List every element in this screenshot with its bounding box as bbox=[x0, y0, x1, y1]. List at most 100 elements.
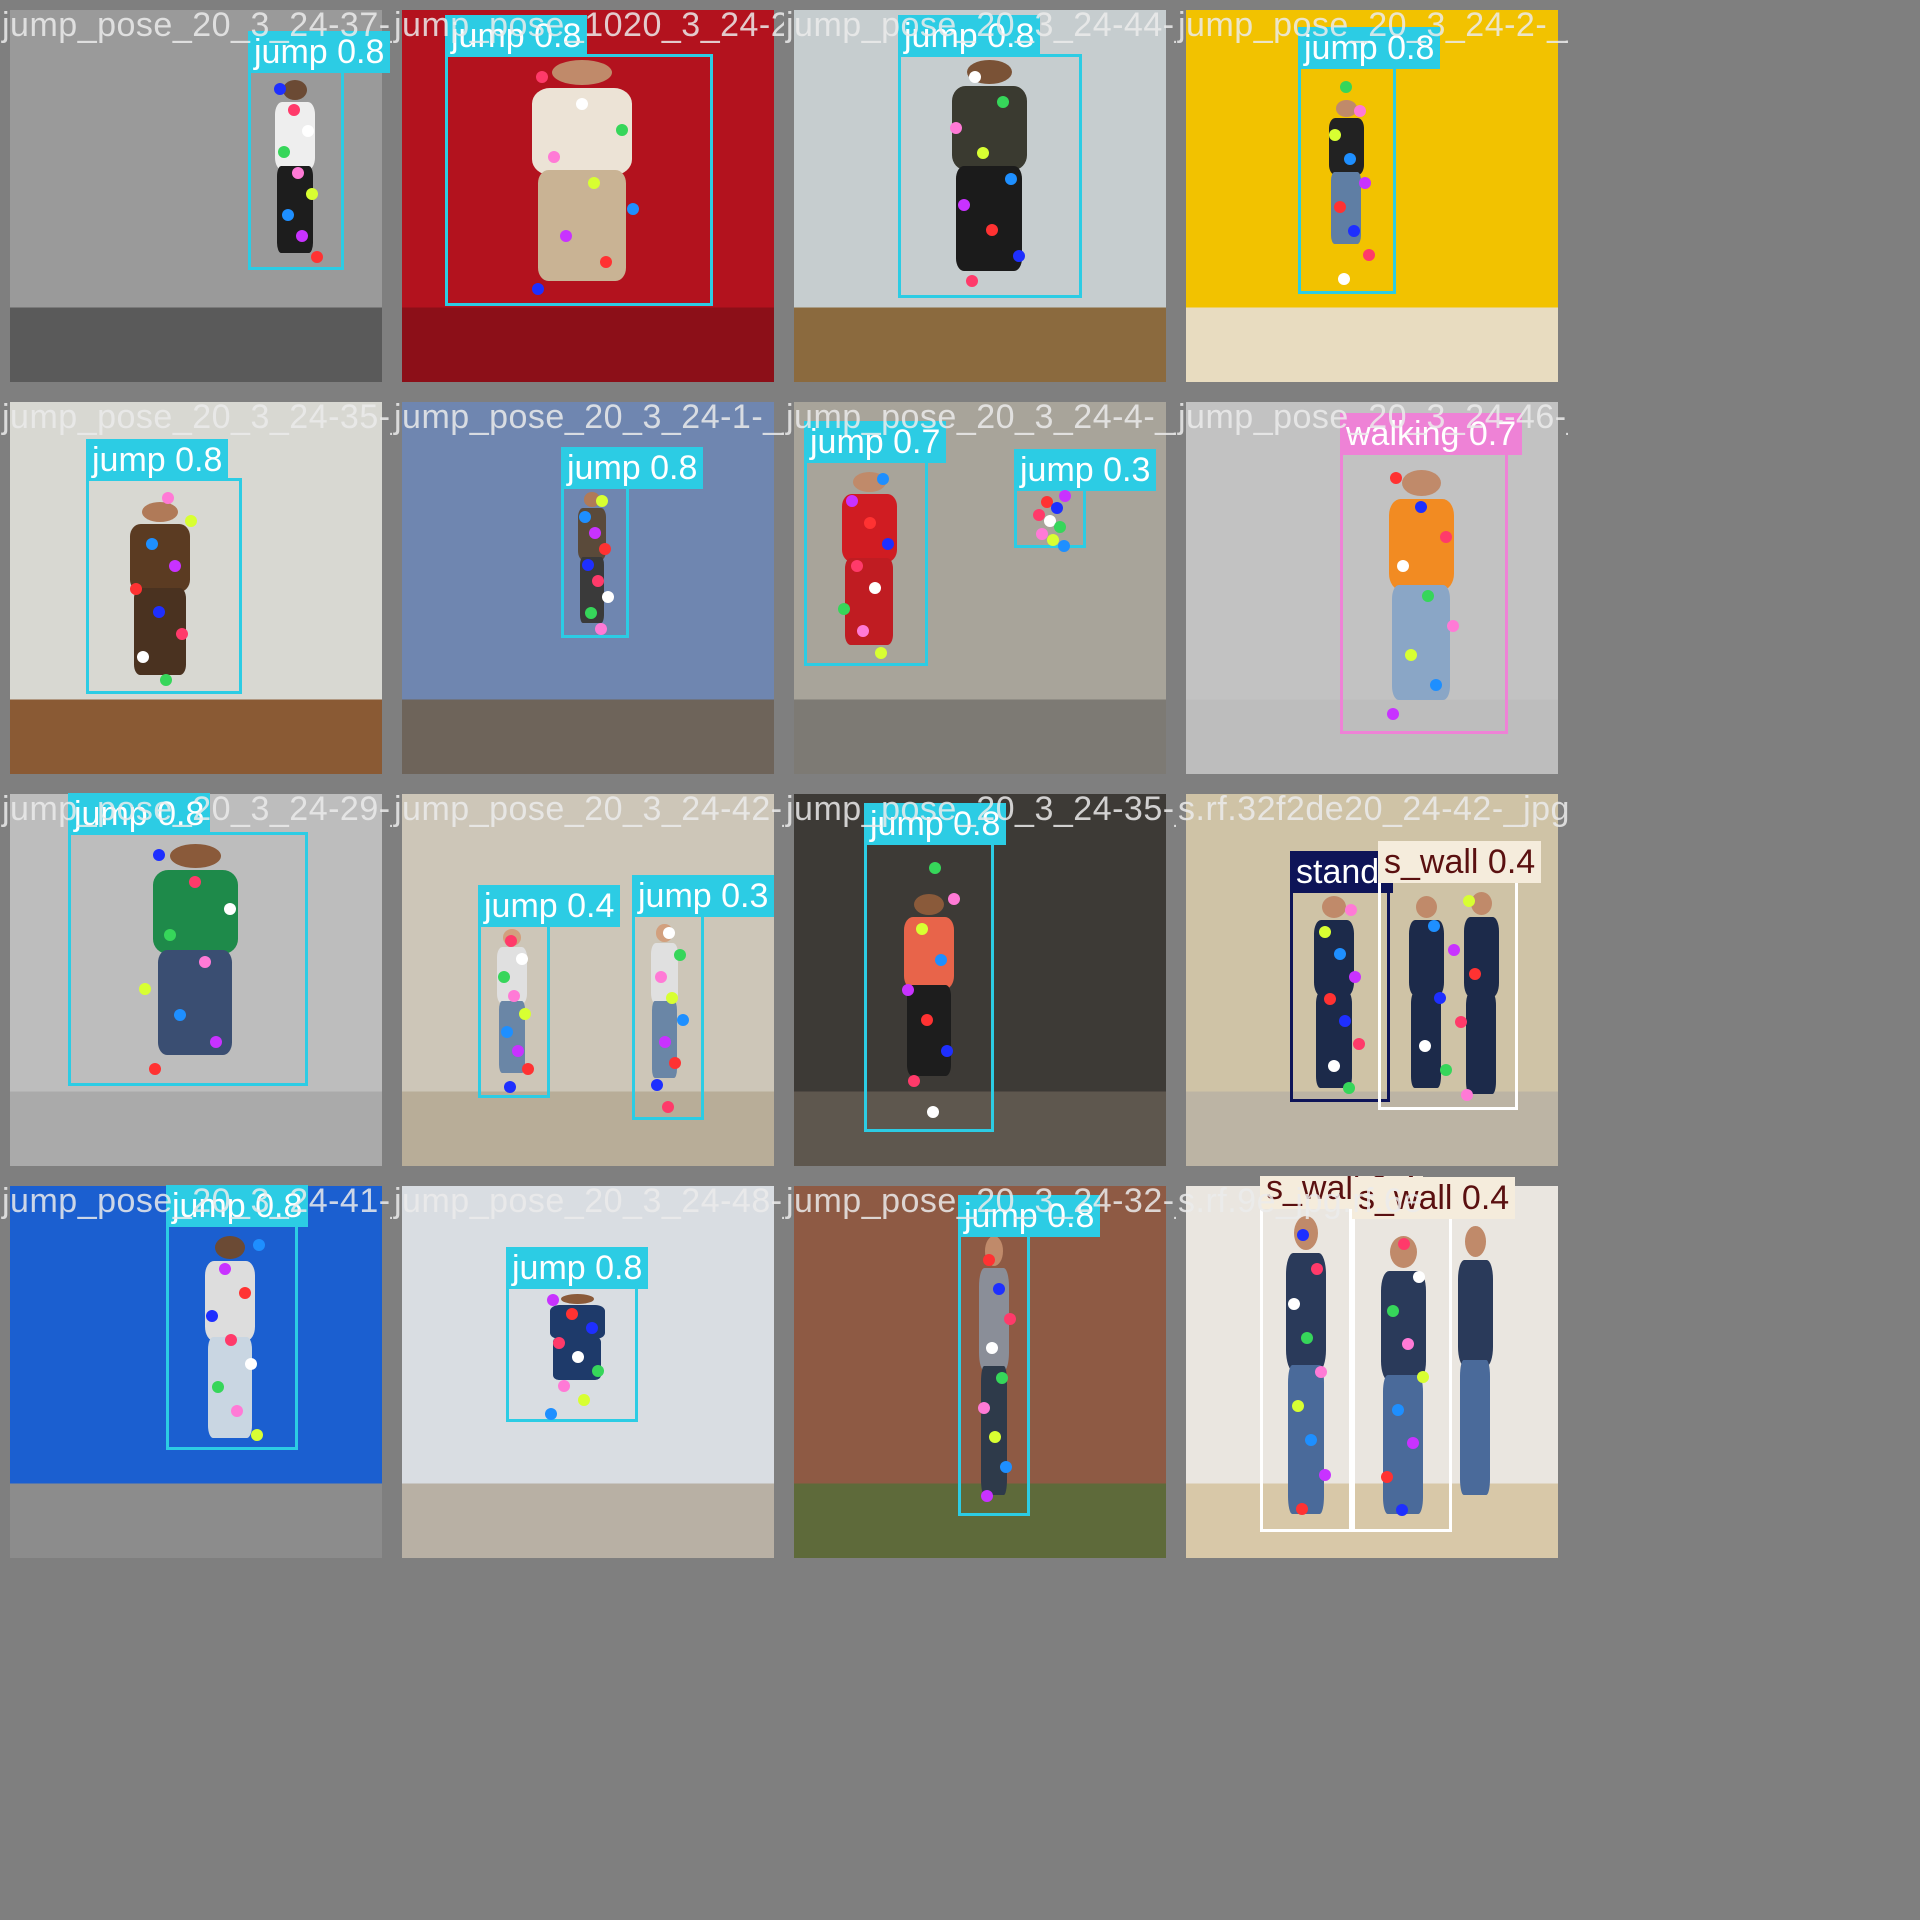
keypoint-dot bbox=[1343, 1082, 1355, 1094]
keypoint-dot bbox=[981, 1490, 993, 1502]
keypoint-dot bbox=[1297, 1229, 1309, 1241]
filename-label: jump_pose_20_3_24-29-_jpg.rf.0e7a1 bbox=[2, 790, 392, 828]
keypoint-dot bbox=[669, 1057, 681, 1069]
tile-15: jump_pose_20_3_24-32-_jpg.rf.ca0c6 jump … bbox=[784, 1176, 1176, 1568]
keypoint-dot bbox=[522, 1063, 534, 1075]
keypoint-dot bbox=[1463, 895, 1475, 907]
keypoint-dot bbox=[519, 1008, 531, 1020]
keypoint-dot bbox=[505, 935, 517, 947]
detection-box: jump 0.8 bbox=[864, 803, 1007, 1132]
tile-7: jump_pose_20_3_24-4-_jpg.rf.d2688cf923 j… bbox=[784, 392, 1176, 784]
keypoint-dot bbox=[224, 903, 236, 915]
keypoint-dot bbox=[1328, 1060, 1340, 1072]
keypoint-dot bbox=[916, 923, 928, 935]
keypoint-dot bbox=[977, 147, 989, 159]
keypoint-dot bbox=[1469, 968, 1481, 980]
filename-label: jump_pose_20_3_24-41-_jpg.rf.0a9 bbox=[2, 1182, 392, 1220]
keypoint-dot bbox=[950, 122, 962, 134]
keypoint-dot bbox=[1354, 105, 1366, 117]
keypoint-dot bbox=[282, 209, 294, 221]
detection-label: jump 0.3 bbox=[632, 875, 775, 917]
detection-box: jump 0.3 bbox=[632, 875, 775, 1120]
keypoint-dot bbox=[1381, 1471, 1393, 1483]
keypoint-dot bbox=[162, 492, 174, 504]
keypoint-dot bbox=[1334, 201, 1346, 213]
keypoint-dot bbox=[302, 125, 314, 137]
keypoint-dot bbox=[585, 607, 597, 619]
keypoint-dot bbox=[274, 83, 286, 95]
keypoint-dot bbox=[978, 1402, 990, 1414]
keypoint-dot bbox=[666, 992, 678, 1004]
keypoint-dot bbox=[989, 1431, 1001, 1443]
keypoint-dot bbox=[1311, 1263, 1323, 1275]
keypoint-dot bbox=[498, 971, 510, 983]
keypoint-dot bbox=[1319, 926, 1331, 938]
filename-label: jump_pose_20_3_24-1-_jpg.rf.538ee83e058 bbox=[394, 398, 784, 436]
keypoint-dot bbox=[1000, 1461, 1012, 1473]
keypoint-dot bbox=[251, 1429, 263, 1441]
filename-label: jump_pose_20_3_24-35-_jpg.rf.89c8c2013 bbox=[786, 790, 1176, 828]
keypoint-dot bbox=[582, 559, 594, 571]
keypoint-dot bbox=[1398, 1238, 1410, 1250]
keypoint-dot bbox=[149, 1063, 161, 1075]
keypoint-dot bbox=[572, 1351, 584, 1363]
tile-16: s.rf.9e_jpg.rf.6e s_wall 0.4 s_wall 0.4 bbox=[1176, 1176, 1568, 1568]
keypoint-dot bbox=[616, 124, 628, 136]
keypoint-dot bbox=[1440, 531, 1452, 543]
keypoint-dot bbox=[1422, 590, 1434, 602]
detection-box: jump 0.8 bbox=[1298, 27, 1441, 294]
keypoint-dot bbox=[902, 984, 914, 996]
keypoint-dot bbox=[877, 473, 889, 485]
keypoint-dot bbox=[545, 1408, 557, 1420]
keypoint-dot bbox=[516, 953, 528, 965]
keypoint-dot bbox=[600, 256, 612, 268]
keypoint-dot bbox=[602, 591, 614, 603]
keypoint-dot bbox=[941, 1045, 953, 1057]
keypoint-dot bbox=[146, 538, 158, 550]
keypoint-dot bbox=[983, 1254, 995, 1266]
keypoint-dot bbox=[1292, 1400, 1304, 1412]
keypoint-dot bbox=[929, 862, 941, 874]
keypoint-dot bbox=[532, 283, 544, 295]
keypoint-dot bbox=[311, 251, 323, 263]
keypoint-dot bbox=[1348, 225, 1360, 237]
keypoint-dot bbox=[655, 971, 667, 983]
keypoint-dot bbox=[1324, 993, 1336, 1005]
tile-13: jump_pose_20_3_24-41-_jpg.rf.0a9 jump 0.… bbox=[0, 1176, 392, 1568]
keypoint-dot bbox=[1402, 1338, 1414, 1350]
keypoint-dot bbox=[1051, 502, 1063, 514]
keypoint-dot bbox=[139, 983, 151, 995]
keypoint-dot bbox=[908, 1075, 920, 1087]
detection-label: jump 0.8 bbox=[561, 447, 704, 489]
keypoint-dot bbox=[1390, 472, 1402, 484]
keypoint-dot bbox=[846, 495, 858, 507]
keypoint-dot bbox=[164, 929, 176, 941]
keypoint-dot bbox=[1334, 948, 1346, 960]
detection-box: jump 0.8 bbox=[898, 15, 1082, 298]
filename-label: jump_pose_20_3_24-42-_jpg.rf.53e9fa92e bbox=[394, 790, 784, 828]
keypoint-dot bbox=[1405, 649, 1417, 661]
keypoint-dot bbox=[596, 495, 608, 507]
keypoint-dot bbox=[1345, 904, 1357, 916]
keypoint-dot bbox=[588, 177, 600, 189]
keypoint-dot bbox=[292, 167, 304, 179]
keypoint-dot bbox=[1353, 1038, 1365, 1050]
keypoint-dot bbox=[927, 1106, 939, 1118]
keypoint-dot bbox=[1396, 1504, 1408, 1516]
keypoint-dot bbox=[599, 543, 611, 555]
keypoint-dot bbox=[651, 1079, 663, 1091]
keypoint-dot bbox=[969, 71, 981, 83]
keypoint-dot bbox=[160, 674, 172, 686]
keypoint-dot bbox=[547, 1294, 559, 1306]
detection-label: s_wall 0.4 bbox=[1378, 841, 1542, 883]
keypoint-dot bbox=[592, 575, 604, 587]
detection-box: jump 0.8 bbox=[166, 1185, 309, 1450]
keypoint-dot bbox=[225, 1334, 237, 1346]
keypoint-dot bbox=[996, 1372, 1008, 1384]
keypoint-dot bbox=[1387, 1305, 1399, 1317]
filename-label: s.rf.9e_jpg.rf.6e bbox=[1178, 1182, 1423, 1220]
keypoint-dot bbox=[1059, 490, 1071, 502]
detection-box: jump 0.7 bbox=[804, 421, 947, 666]
keypoint-dot bbox=[677, 1014, 689, 1026]
keypoint-dot bbox=[1461, 1089, 1473, 1101]
